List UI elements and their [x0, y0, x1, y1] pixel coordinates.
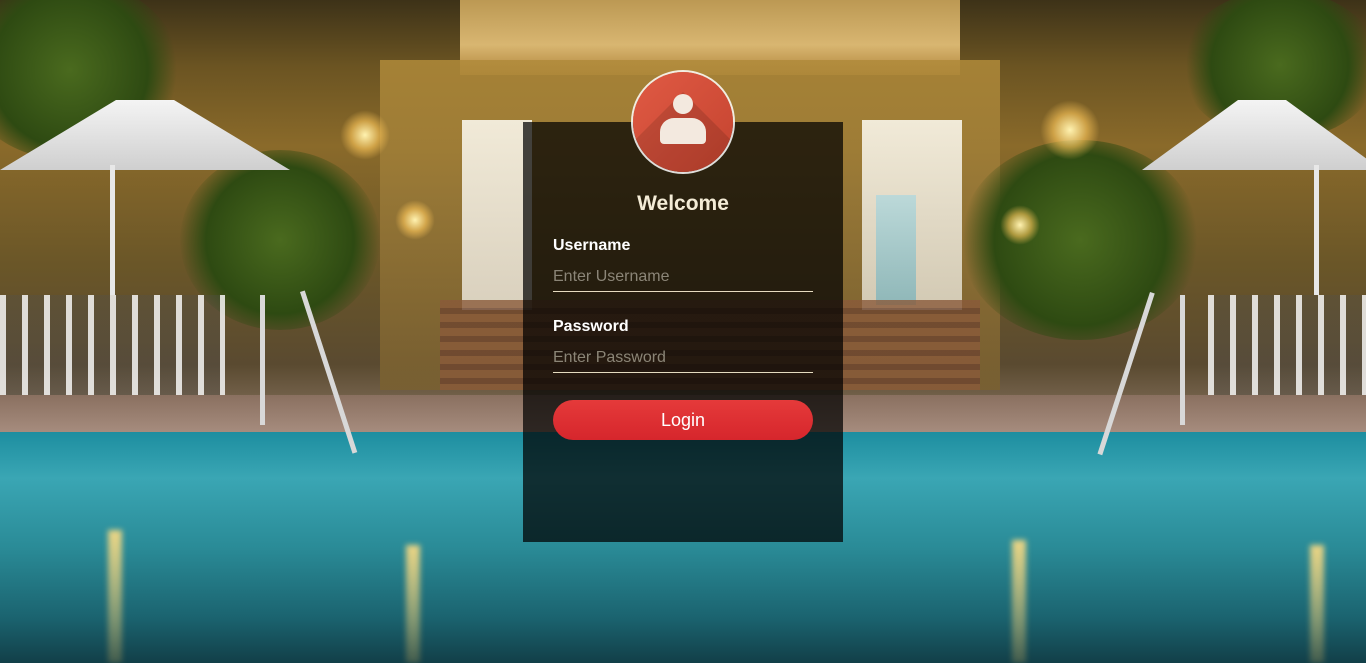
password-input[interactable]: [553, 344, 813, 373]
background-palm: [960, 140, 1200, 340]
avatar-head: [673, 94, 693, 114]
background-light-reflection: [1310, 545, 1324, 663]
background-pool-rail: [1180, 295, 1185, 425]
background-lamp: [340, 110, 390, 160]
background-lamp: [1000, 205, 1040, 245]
background-door-glass: [876, 195, 916, 305]
background-umbrella-pole: [1314, 165, 1319, 295]
avatar-body: [660, 118, 706, 144]
welcome-heading: Welcome: [637, 192, 729, 215]
background-umbrella-pole: [110, 165, 115, 295]
username-input[interactable]: [553, 263, 813, 292]
background-lamp: [395, 200, 435, 240]
user-icon: [633, 72, 733, 172]
background-light-reflection: [108, 530, 122, 663]
background-doorway-left: [462, 120, 532, 310]
background-light-reflection: [406, 545, 420, 663]
password-label: Password: [553, 318, 629, 335]
background-lamp: [1040, 100, 1100, 160]
username-label: Username: [553, 237, 631, 254]
background-light-reflection: [1012, 540, 1026, 663]
background-pool-rail: [260, 295, 265, 425]
login-button[interactable]: Login: [553, 400, 813, 440]
